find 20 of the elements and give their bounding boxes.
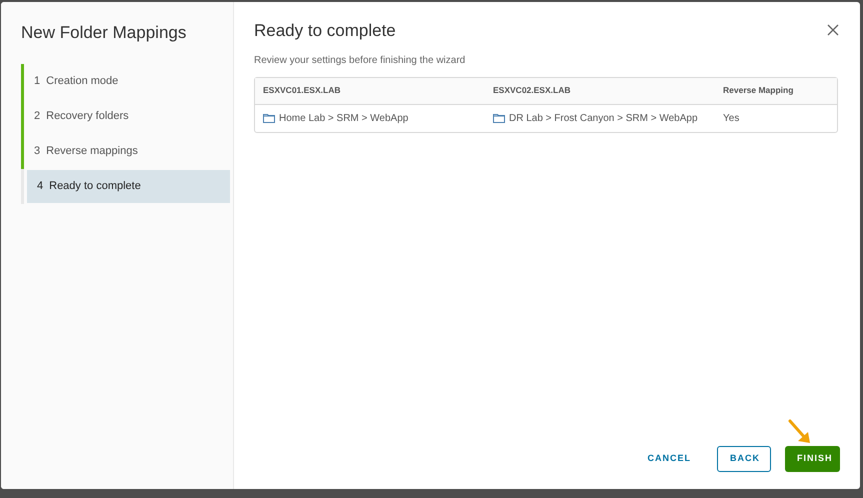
table-cell-text: Yes (723, 112, 740, 126)
folder-icon (493, 113, 505, 123)
step-item[interactable]: 3 Reverse mappings (24, 134, 233, 168)
column-header: Reverse Mapping (723, 84, 794, 97)
wizard-title: New Folder Mappings (20, 22, 188, 44)
dialog-button[interactable]: CANCEL (636, 446, 703, 472)
step-item[interactable]: 1 Creation mode (24, 64, 233, 98)
step-item[interactable]: 2 Recovery folders (24, 98, 233, 134)
close-icon[interactable] (827, 24, 839, 36)
folder-icon (263, 113, 275, 123)
column-header: ESXVC01.ESX.LAB (263, 84, 342, 97)
table-cell-text: DR Lab > Frost Canyon > SRM > WebApp (509, 112, 698, 126)
table-cell-text: Home Lab > SRM > WebApp (279, 112, 408, 126)
column-header: ESXVC02.ESX.LAB (493, 84, 572, 97)
page-title: Ready to complete (254, 20, 396, 42)
dialog-button[interactable]: BACK (717, 446, 771, 472)
page-subtitle: Review your settings before finishing the wizard (254, 54, 466, 68)
annotation-arrow (788, 419, 812, 445)
dialog-button[interactable]: FINISH (785, 446, 840, 472)
step-item[interactable]: 4 Ready to complete (27, 170, 230, 202)
